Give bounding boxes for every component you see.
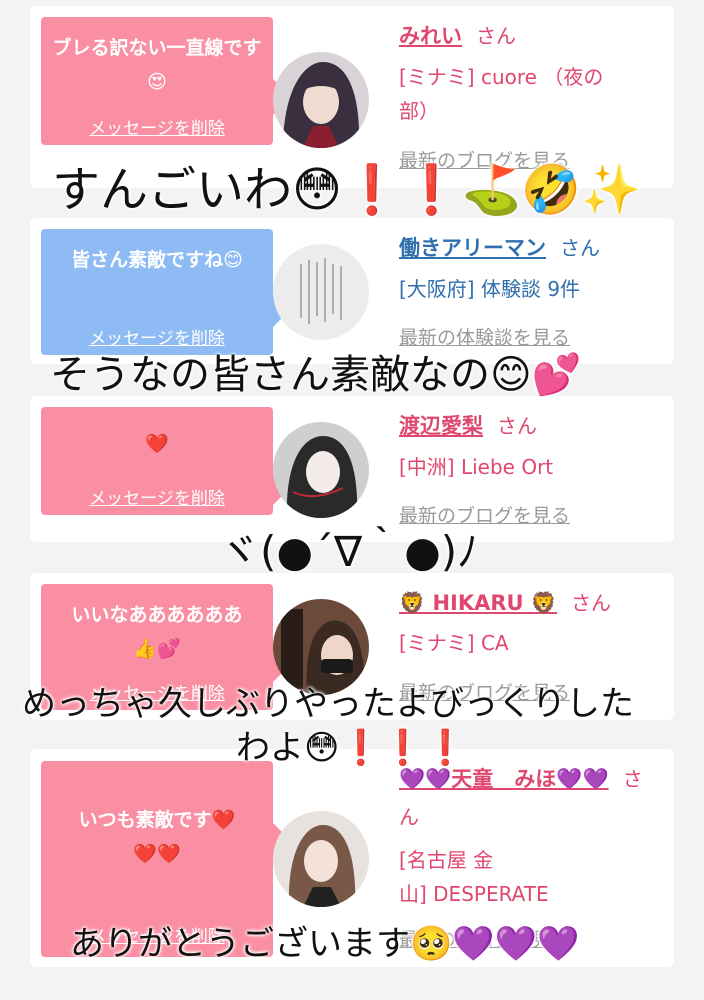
shop-info[interactable]: [名古屋 金 山] DESPERATE — [399, 843, 649, 911]
shop-info[interactable]: [ミナミ] cuore （夜の 部） — [399, 60, 659, 128]
honorific: さん — [497, 414, 537, 438]
user-name-link[interactable]: 💜💜天童 みほ💜💜 — [399, 767, 609, 791]
honorific: さん — [476, 24, 516, 48]
message-text: ブレる訳ない一直線です😍 — [52, 37, 262, 93]
overlay-caption: ありがとうございます🥺💜💜💜 — [70, 924, 580, 964]
avatar[interactable] — [273, 811, 369, 907]
message-text: ❤️ — [145, 433, 169, 455]
avatar[interactable] — [273, 244, 369, 340]
overlay-caption: すんごいわ😳❗️❗️⛳️🤣✨ — [52, 162, 641, 218]
user-info: みれい さん [ミナミ] cuore （夜の 部） — [399, 20, 659, 128]
shop-info[interactable]: [中洲] Liebe Ort — [399, 450, 659, 484]
user-name-link[interactable]: みれい — [399, 24, 462, 48]
shop-line: 部） — [399, 99, 439, 123]
message-text: 皆さん素敵ですね😊 — [71, 249, 243, 271]
user-name-link[interactable]: 渡辺愛梨 — [399, 414, 483, 438]
delete-message-link[interactable]: メッセージを削除 — [41, 489, 273, 509]
shop-info[interactable]: [ミナミ] CA — [399, 626, 659, 660]
overlay-caption: わよ😳❗️❗️❗️ — [236, 728, 467, 768]
avatar-photo-icon — [273, 244, 369, 340]
avatar[interactable] — [273, 52, 369, 148]
delete-message-link[interactable]: メッセージを削除 — [41, 119, 273, 139]
user-info: 💜💜天童 みほ💜💜 さん [名古屋 金 山] DESPERATE — [399, 761, 649, 911]
message-bubble: ブレる訳ない一直線です😍 メッセージを削除 — [41, 17, 291, 145]
overlay-caption: めっちゃ久しぶりやったよびっくりした — [22, 684, 634, 724]
message-text: いつも素敵です❤️❤️❤️ — [78, 809, 236, 865]
shop-line: [名古屋 金 — [399, 848, 494, 872]
shop-line: 山] DESPERATE — [399, 882, 549, 906]
avatar-photo-icon — [273, 52, 369, 148]
user-name-link[interactable]: 働きアリーマン — [399, 236, 546, 260]
overlay-caption: ヾ(●´∇｀●)ﾉ — [218, 527, 479, 576]
avatar-photo-icon — [273, 422, 369, 518]
user-info: 働きアリーマン さん [大阪府] 体験談 9件 — [399, 232, 659, 306]
user-name-link[interactable]: 🦁 HIKARU 🦁 — [399, 591, 557, 615]
message-text: いいなああああああ👍💕 — [71, 604, 243, 660]
user-info: 🦁 HIKARU 🦁 さん [ミナミ] CA — [399, 587, 659, 660]
shop-line: [ミナミ] cuore （夜の — [399, 65, 604, 89]
honorific: さん — [571, 591, 612, 615]
shop-info[interactable]: [大阪府] 体験談 9件 — [399, 272, 659, 306]
message-bubble: ❤️ メッセージを削除 — [41, 407, 291, 515]
honorific: さん — [560, 236, 600, 260]
message-bubble: 皆さん素敵ですね😊 メッセージを削除 — [41, 229, 291, 355]
avatar[interactable] — [273, 422, 369, 518]
user-info: 渡辺愛梨 さん [中洲] Liebe Ort — [399, 410, 659, 484]
avatar-photo-icon — [273, 811, 369, 907]
overlay-caption: そうなの皆さん素敵なの😊💕 — [50, 352, 582, 398]
